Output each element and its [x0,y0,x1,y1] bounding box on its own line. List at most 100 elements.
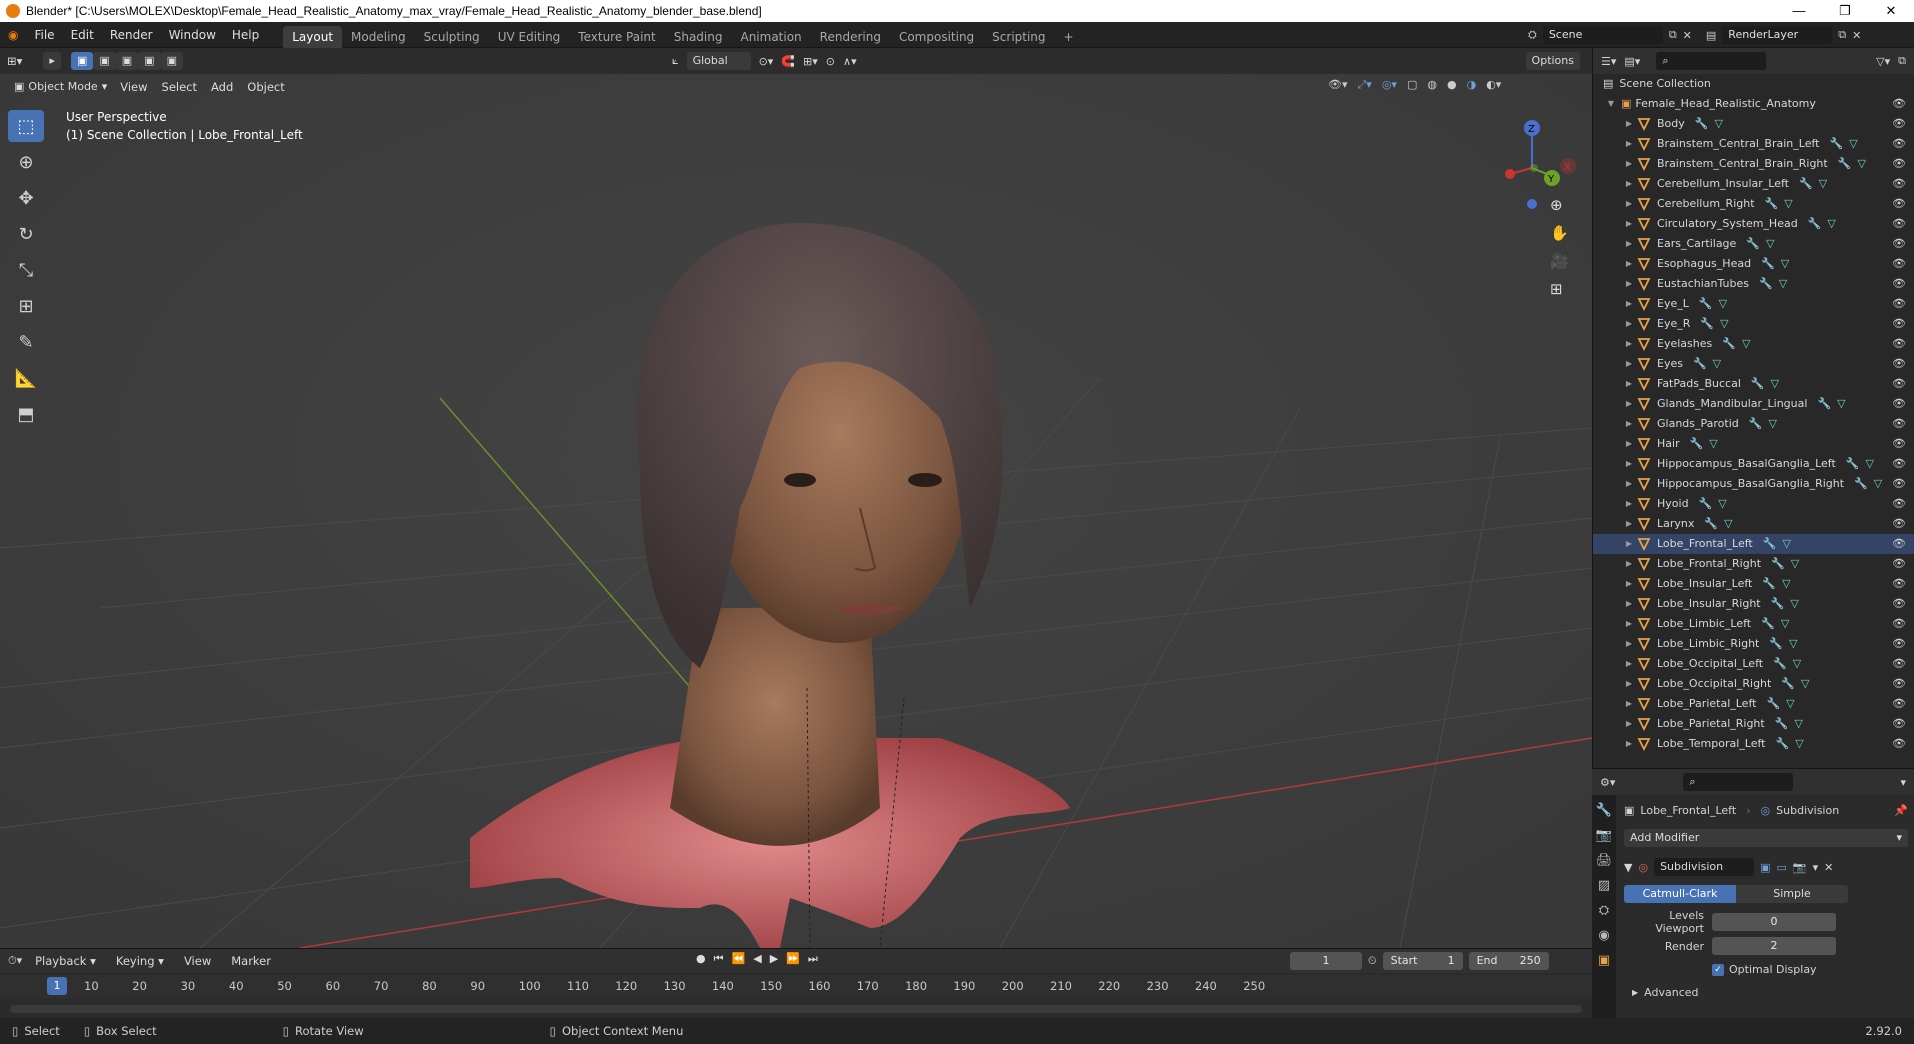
new-layer-icon[interactable]: ⧉ [1838,28,1846,42]
eye-icon[interactable]: 👁 [1892,494,1906,514]
expand-triangle-icon[interactable]: ▶ [1623,334,1635,354]
end-frame-field[interactable]: End 250 [1468,952,1549,970]
world-tab-icon[interactable]: ◉ [1598,928,1609,943]
frame-ruler[interactable]: 1 10 20 30 40 50 60 70 80 90 100 110 120 130 140 150 16… [0,975,1592,999]
select-new-icon[interactable]: ▣ [70,52,94,70]
expand-triangle-icon[interactable]: ▶ [1623,234,1635,254]
eye-icon[interactable]: 👁 [1892,174,1906,194]
expand-triangle-icon[interactable]: ▶ [1623,614,1635,634]
expand-triangle-icon[interactable]: ▶ [1623,734,1635,754]
advanced-section-label[interactable]: Advanced [1644,986,1698,999]
modifier-wrench-icon[interactable]: 🔧 [1775,734,1789,754]
modifier-wrench-icon[interactable]: 🔧 [1693,354,1707,374]
new-collection-icon[interactable]: ⧉ [1898,54,1906,68]
eye-icon[interactable]: 👁 [1892,94,1906,114]
eye-icon[interactable]: 👁 [1892,454,1906,474]
expand-triangle-icon[interactable]: ▶ [1623,274,1635,294]
editor-type-icon[interactable]: ⚙▾ [1600,776,1615,789]
modifier-wrench-icon[interactable]: 🔧 [1846,454,1860,474]
menu-add[interactable]: Add [204,80,240,94]
menu-view[interactable]: View [113,80,154,94]
select-extend-icon[interactable]: ▣ [93,52,116,70]
expand-triangle-icon[interactable]: ▶ [1623,354,1635,374]
outliner-item[interactable]: ▶ Cerebellum_Right 🔧 ▽ 👁 [1593,194,1914,214]
orientation-dropdown[interactable]: Global [686,52,751,70]
eye-icon[interactable]: 👁 [1892,634,1906,654]
expand-triangle-icon[interactable]: ▶ [1623,394,1635,414]
add-workspace-button[interactable]: + [1055,26,1083,48]
modifier-wrench-icon[interactable]: 🔧 [1761,614,1775,634]
modifier-wrench-icon[interactable]: 🔧 [1759,274,1773,294]
select-intersect-icon[interactable]: ▣ [160,52,183,70]
eye-icon[interactable]: 👁 [1892,714,1906,734]
outliner-item[interactable]: ▶ Lobe_Frontal_Left 🔧 ▽ 👁 [1593,534,1914,554]
eye-icon[interactable]: 👁 [1892,574,1906,594]
eye-icon[interactable]: 👁 [1892,354,1906,374]
eye-icon[interactable]: 👁 [1892,534,1906,554]
tab-rendering[interactable]: Rendering [811,26,890,48]
expand-triangle-icon[interactable]: ▶ [1623,494,1635,514]
modifier-wrench-icon[interactable]: 🔧 [1771,554,1785,574]
eye-icon[interactable]: 👁 [1892,734,1906,754]
modifier-wrench-icon[interactable]: 🔧 [1854,474,1868,494]
eye-icon[interactable]: 👁 [1892,154,1906,174]
eye-icon[interactable]: 👁 [1892,694,1906,714]
mesh-data-icon[interactable]: ▽ [1801,674,1809,694]
expand-triangle-icon[interactable]: ▶ [1623,254,1635,274]
mesh-data-icon[interactable]: ▽ [1768,414,1776,434]
collapse-triangle-icon[interactable]: ▼ [1624,861,1632,874]
eye-icon[interactable]: 👁 [1892,594,1906,614]
render-tab-icon[interactable]: 📷 [1596,828,1612,843]
expand-triangle-icon[interactable]: ▶ [1623,174,1635,194]
zoom-icon[interactable]: ⊕ [1550,196,1569,214]
modifier-wrench-icon[interactable]: 🔧 [1761,254,1775,274]
xray-icon[interactable]: ▢ [1407,78,1417,92]
expand-triangle-icon[interactable]: ▶ [1623,294,1635,314]
menu-select[interactable]: Select [155,80,204,94]
maximize-button[interactable]: ❐ [1822,0,1868,22]
eye-icon[interactable]: 👁 [1892,654,1906,674]
expand-triangle-icon[interactable]: ▶ [1623,474,1635,494]
gizmo-toggle-icon[interactable]: ⤢▾ [1358,78,1372,92]
eye-icon[interactable]: 👁 [1892,254,1906,274]
modifier-wrench-icon[interactable]: 🔧 [1746,234,1760,254]
outliner-item[interactable]: ▶ Lobe_Temporal_Left 🔧 ▽ 👁 [1593,734,1914,754]
mesh-data-icon[interactable]: ▽ [1827,214,1835,234]
mesh-data-icon[interactable]: ▽ [1720,314,1728,334]
grid-ortho-icon[interactable]: ⊞ [1550,280,1569,298]
outliner-item[interactable]: ▶ Hyoid 🔧 ▽ 👁 [1593,494,1914,514]
3d-viewport[interactable]: ⊞▾ ▸ ▣ ▣ ▣ ▣ ▣ ⟀ Global ⊙▾ 🧲 ⊞▾ ⊙ ∧▾ Opt… [0,48,1592,948]
outliner-item[interactable]: ▶ Lobe_Occipital_Left 🔧 ▽ 👁 [1593,654,1914,674]
mesh-data-icon[interactable]: ▽ [1771,374,1779,394]
tab-layout[interactable]: Layout [283,25,343,48]
outliner-item[interactable]: ▶ Hippocampus_BasalGanglia_Left 🔧 ▽ 👁 [1593,454,1914,474]
jump-start-icon[interactable]: ⏮ [714,952,724,966]
output-tab-icon[interactable]: 🖨 [1596,853,1613,868]
modifier-wrench-icon[interactable]: 🔧 [1775,714,1789,734]
tab-animation[interactable]: Animation [731,26,810,48]
mesh-data-icon[interactable]: ▽ [1849,134,1857,154]
modifier-wrench-icon[interactable]: 🔧 [1773,654,1787,674]
outliner-item[interactable]: ▶ Lobe_Limbic_Left 🔧 ▽ 👁 [1593,614,1914,634]
modifier-wrench-icon[interactable]: 🔧 [1781,674,1795,694]
editor-type-icon[interactable]: ⊞▾ [0,54,29,68]
optimal-display-checkbox[interactable]: ✓ [1712,963,1724,976]
modifier-wrench-icon[interactable]: 🔧 [1766,694,1780,714]
modifier-wrench-icon[interactable]: 🔧 [1704,514,1718,534]
modifier-wrench-icon[interactable]: 🔧 [1695,114,1709,134]
scene-icon[interactable]: ⛭ [1528,28,1537,42]
eye-icon[interactable]: 👁 [1892,614,1906,634]
filter-icon[interactable]: ▽▾ [1876,55,1890,68]
outliner-item[interactable]: ▶ Lobe_Parietal_Right 🔧 ▽ 👁 [1593,714,1914,734]
expand-triangle-icon[interactable]: ▼ [1605,94,1617,114]
modifier-wrench-icon[interactable]: 🔧 [1808,214,1822,234]
mesh-data-icon[interactable]: ▽ [1794,714,1802,734]
expand-triangle-icon[interactable]: ▶ [1623,154,1635,174]
delete-scene-icon[interactable]: ✕ [1683,29,1692,42]
mesh-data-icon[interactable]: ▽ [1742,334,1750,354]
play-reverse-icon[interactable]: ◀ [753,952,761,966]
outliner-item[interactable]: ▶ Esophagus_Head 🔧 ▽ 👁 [1593,254,1914,274]
render-levels-field[interactable]: 2 [1712,937,1836,955]
pin-icon[interactable]: 📌 [1894,804,1908,817]
menu-file[interactable]: File [26,22,62,48]
